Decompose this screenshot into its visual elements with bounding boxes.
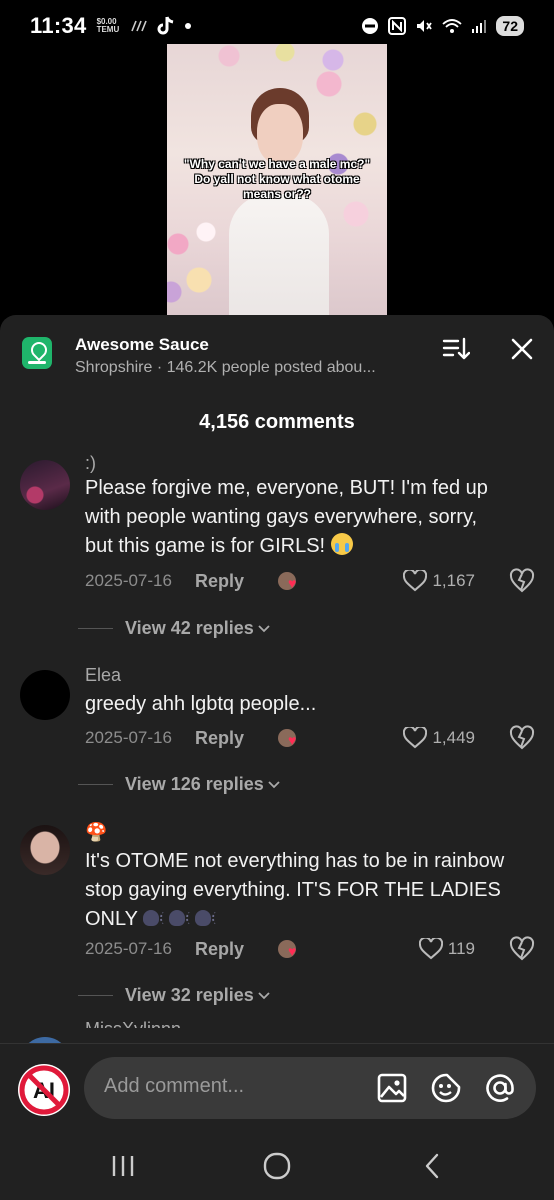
recent-apps-icon[interactable] bbox=[108, 1151, 138, 1181]
like-button[interactable]: 1,167 bbox=[403, 570, 475, 592]
view-replies-button[interactable]: View 126 replies bbox=[78, 774, 280, 795]
speaking-head-icon bbox=[143, 908, 169, 928]
view-replies-button[interactable]: View 32 replies bbox=[78, 985, 270, 1006]
reply-button[interactable]: Reply bbox=[195, 939, 244, 960]
avatar[interactable] bbox=[20, 825, 70, 875]
flowers-left bbox=[167, 196, 227, 316]
comment-meta: 2025-07-16 Reply ♥ 119 bbox=[85, 936, 535, 962]
no-ai-icon: AI bbox=[19, 1065, 69, 1115]
comment-input[interactable]: Add comment... bbox=[84, 1057, 536, 1119]
chevron-down-icon bbox=[268, 780, 280, 788]
dnd-icon bbox=[362, 18, 379, 34]
creator-liked-icon: ♥ bbox=[278, 938, 304, 960]
battery-indicator: 72 bbox=[496, 16, 524, 36]
status-left: 11:34 $0.00 TEMU bbox=[30, 13, 192, 39]
comment-meta: 2025-07-16 Reply ♥ 1,167 bbox=[85, 568, 535, 594]
view-replies-button[interactable]: View 42 replies bbox=[78, 618, 270, 639]
anchor-title: Awesome Sauce bbox=[75, 335, 209, 354]
comment-body: 🍄 It's OTOME not everything has to be in… bbox=[85, 821, 510, 934]
dislike-icon[interactable] bbox=[509, 936, 535, 962]
comment-date: 2025-07-16 bbox=[85, 939, 172, 958]
temu-notification-icon: $0.00 TEMU bbox=[97, 18, 120, 34]
close-icon[interactable] bbox=[510, 337, 534, 361]
crying-emoji-icon bbox=[330, 533, 353, 555]
divider-line bbox=[78, 628, 113, 629]
dislike-icon[interactable] bbox=[509, 725, 535, 751]
like-count: 1,167 bbox=[432, 571, 475, 590]
creator-liked-icon: ♥ bbox=[278, 727, 304, 749]
bride-dress bbox=[229, 194, 329, 316]
comment-input-bar: AI Add comment... bbox=[0, 1043, 554, 1133]
view-replies-label: View 42 replies bbox=[125, 618, 254, 638]
comment-text-content: Please forgive me, everyone, BUT! I'm fe… bbox=[85, 477, 488, 557]
location-pin-icon bbox=[22, 337, 52, 369]
like-button[interactable]: 119 bbox=[418, 938, 475, 960]
status-right: 72 bbox=[361, 16, 524, 36]
comment-input-placeholder: Add comment... bbox=[104, 1075, 245, 1097]
dislike-icon[interactable] bbox=[509, 568, 535, 594]
home-icon[interactable] bbox=[262, 1151, 292, 1181]
nfc-icon bbox=[388, 17, 407, 35]
status-time: 11:34 bbox=[30, 13, 87, 38]
self-avatar[interactable]: AI bbox=[18, 1064, 70, 1116]
heart-icon bbox=[418, 938, 443, 960]
avatar[interactable] bbox=[20, 460, 70, 510]
chevron-down-icon bbox=[258, 624, 270, 632]
video-preview[interactable]: "Why can't we have a male mc?" Do yall n… bbox=[167, 44, 387, 316]
system-nav-bar bbox=[0, 1133, 554, 1200]
like-button[interactable]: 1,449 bbox=[403, 727, 475, 749]
comment-text: It's OTOME not everything has to be in r… bbox=[85, 847, 510, 934]
temu-line2: TEMU bbox=[96, 25, 120, 34]
image-icon[interactable] bbox=[376, 1072, 408, 1104]
comment-text: Please forgive me, everyone, BUT! I'm fe… bbox=[85, 474, 510, 561]
like-count: 119 bbox=[447, 939, 475, 958]
comment-date: 2025-07-16 bbox=[85, 571, 172, 590]
slashes-icon bbox=[131, 20, 147, 32]
sort-icon[interactable] bbox=[442, 337, 470, 361]
speaking-head-icon bbox=[195, 908, 221, 928]
tiktok-icon bbox=[157, 16, 174, 35]
emoji-sticker-icon[interactable] bbox=[430, 1072, 462, 1104]
heart-icon bbox=[403, 570, 428, 592]
mention-icon[interactable] bbox=[484, 1072, 516, 1104]
chevron-down-icon bbox=[258, 991, 270, 999]
divider-line bbox=[78, 995, 113, 996]
anchor-text: Awesome Sauce Shropshire · 146.2K people… bbox=[75, 335, 376, 377]
comments-count: 4,156 comments bbox=[199, 411, 355, 433]
notification-dot bbox=[185, 23, 192, 29]
reply-button[interactable]: Reply bbox=[195, 728, 244, 749]
view-replies-label: View 126 replies bbox=[125, 774, 264, 794]
mute-icon bbox=[417, 20, 433, 32]
comment-body: :) Please forgive me, everyone, BUT! I'm… bbox=[85, 452, 510, 561]
partial-comment-username[interactable]: MissXylinnn bbox=[85, 1018, 181, 1028]
bride-face bbox=[257, 104, 303, 164]
comment-username[interactable]: :) bbox=[85, 452, 510, 474]
like-count: 1,449 bbox=[432, 728, 475, 747]
heart-icon bbox=[403, 727, 428, 749]
comment-username[interactable]: 🍄 bbox=[85, 821, 510, 843]
anchor-subtitle: Shropshire · 146.2K people posted abou..… bbox=[75, 359, 376, 376]
reply-button[interactable]: Reply bbox=[195, 571, 244, 592]
view-replies-label: View 32 replies bbox=[125, 985, 254, 1005]
comment-date: 2025-07-16 bbox=[85, 728, 172, 747]
creator-liked-icon: ♥ bbox=[278, 570, 304, 592]
comment-username[interactable]: Elea bbox=[85, 664, 510, 686]
comment-text: greedy ahh lgbtq people... bbox=[85, 693, 317, 715]
video-caption: "Why can't we have a male mc?" Do yall n… bbox=[183, 157, 371, 201]
comment-body: Elea greedy ahh lgbtq people... bbox=[85, 664, 510, 719]
back-icon[interactable] bbox=[418, 1151, 448, 1181]
speaking-head-icon bbox=[169, 908, 195, 928]
avatar[interactable] bbox=[20, 670, 70, 720]
signal-icon bbox=[472, 20, 487, 33]
comment-meta: 2025-07-16 Reply ♥ 1,449 bbox=[85, 725, 535, 751]
wifi-icon bbox=[442, 19, 463, 33]
divider-line bbox=[78, 784, 113, 785]
